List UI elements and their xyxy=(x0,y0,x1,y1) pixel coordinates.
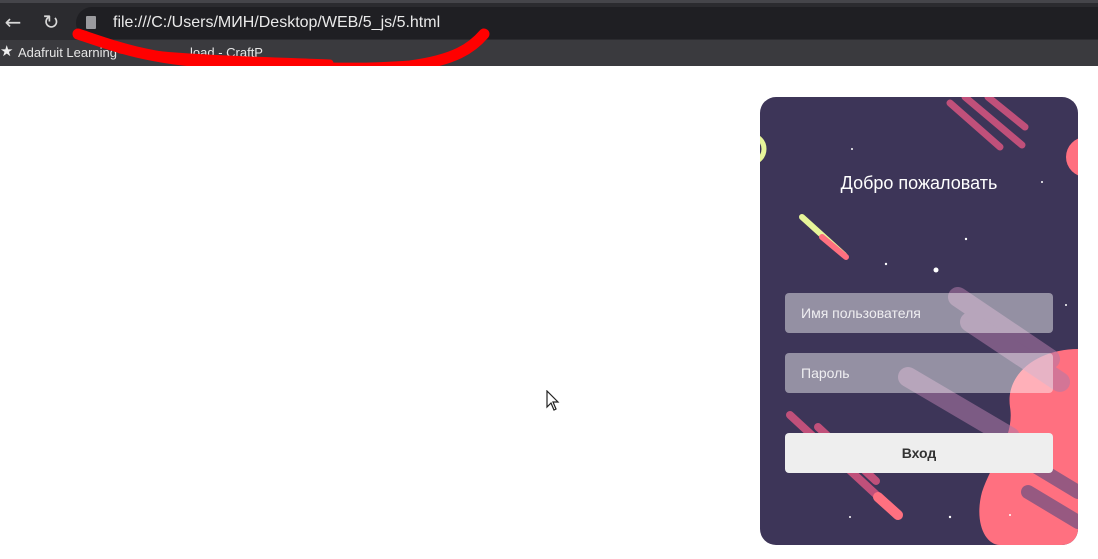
username-input[interactable] xyxy=(785,293,1053,333)
mouse-cursor-icon xyxy=(546,390,560,411)
url-text[interactable]: file:///C:/Users/МИН/Desktop/WEB/5_js/5.… xyxy=(113,14,440,32)
bookmark-adafruit[interactable]: Adafruit Learning xyxy=(18,45,117,60)
reload-icon[interactable]: ↻ xyxy=(38,9,64,35)
page-body: Добро пожаловать Вход xyxy=(0,66,1098,559)
star-icon: ★ xyxy=(0,42,14,60)
back-arrow-icon[interactable]: ← xyxy=(0,9,26,35)
welcome-title: Добро пожаловать xyxy=(840,173,998,193)
address-bar[interactable]: file:///C:/Users/МИН/Desktop/WEB/5_js/5.… xyxy=(76,7,1098,39)
file-icon xyxy=(86,16,96,29)
bookmark-craft[interactable]: load - CraftP xyxy=(190,45,263,60)
login-card: Добро пожаловать Вход xyxy=(760,97,1078,545)
browser-toolbar: ← ↻ file:///C:/Users/МИН/Desktop/WEB/5_j… xyxy=(0,0,1098,40)
password-input[interactable] xyxy=(785,353,1053,393)
bookmarks-bar: ★ Adafruit Learning load - CraftP xyxy=(0,40,1098,66)
login-button[interactable]: Вход xyxy=(785,433,1053,473)
